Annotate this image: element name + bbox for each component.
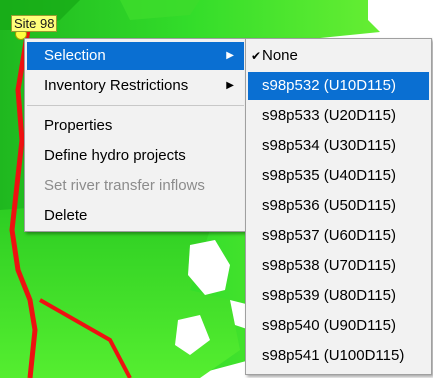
menu-item-label: Set river transfer inflows [44, 177, 205, 194]
menu-item-label: Inventory Restrictions [44, 77, 189, 94]
submenu-item-s98p539[interactable]: s98p539 (U80D115) [248, 282, 429, 310]
submenu-item-label: s98p534 (U30D115) [262, 137, 396, 154]
submenu-item-label: s98p532 (U10D115) [262, 77, 396, 94]
site-label[interactable]: Site 98 [11, 15, 58, 32]
submenu-item-label: s98p536 (U50D115) [262, 197, 396, 214]
menu-item-inventory-restrictions[interactable]: Inventory Restrictions ▶ [27, 72, 244, 100]
checkmark-icon: ✔ [251, 49, 262, 63]
submenu-item-s98p533[interactable]: s98p533 (U20D115) [248, 102, 429, 130]
menu-item-label: Selection [44, 47, 106, 64]
submenu-item-none[interactable]: ✔ None [248, 42, 429, 70]
submenu-item-label: s98p535 (U40D115) [262, 167, 396, 184]
submenu-item-label: s98p538 (U70D115) [262, 257, 396, 274]
menu-item-properties[interactable]: Properties [27, 112, 244, 140]
menu-item-label: Properties [44, 117, 113, 134]
submenu-item-s98p534[interactable]: s98p534 (U30D115) [248, 132, 429, 160]
menu-item-selection[interactable]: Selection ▶ [27, 42, 244, 70]
submenu-item-s98p537[interactable]: s98p537 (U60D115) [248, 222, 429, 250]
submenu-item-s98p532[interactable]: s98p532 (U10D115) [248, 72, 429, 100]
submenu-item-label: s98p540 (U90D115) [262, 317, 396, 334]
submenu-item-label: s98p533 (U20D115) [262, 107, 396, 124]
menu-item-delete[interactable]: Delete [27, 202, 244, 230]
menu-item-label: Delete [44, 207, 88, 224]
selection-submenu: ✔ None s98p532 (U10D115) s98p533 (U20D11… [245, 38, 432, 375]
menu-item-define-hydro-projects[interactable]: Define hydro projects [27, 142, 244, 170]
submenu-item-label: None [262, 47, 298, 64]
submenu-item-s98p538[interactable]: s98p538 (U70D115) [248, 252, 429, 280]
submenu-item-label: s98p541 (U100D115) [262, 347, 405, 364]
submenu-item-s98p535[interactable]: s98p535 (U40D115) [248, 162, 429, 190]
arrow-right-icon: ▶ [226, 50, 234, 61]
submenu-item-s98p541[interactable]: s98p541 (U100D115) [248, 342, 429, 370]
menu-separator [27, 105, 244, 106]
submenu-item-s98p536[interactable]: s98p536 (U50D115) [248, 192, 429, 220]
submenu-item-s98p540[interactable]: s98p540 (U90D115) [248, 312, 429, 340]
submenu-item-label: s98p537 (U60D115) [262, 227, 396, 244]
submenu-item-label: s98p539 (U80D115) [262, 287, 396, 304]
context-menu: Selection ▶ Inventory Restrictions ▶ Pro… [24, 38, 247, 232]
menu-item-label: Define hydro projects [44, 147, 186, 164]
arrow-right-icon: ▶ [226, 80, 234, 91]
menu-item-set-river-transfer-inflows: Set river transfer inflows [27, 172, 244, 200]
